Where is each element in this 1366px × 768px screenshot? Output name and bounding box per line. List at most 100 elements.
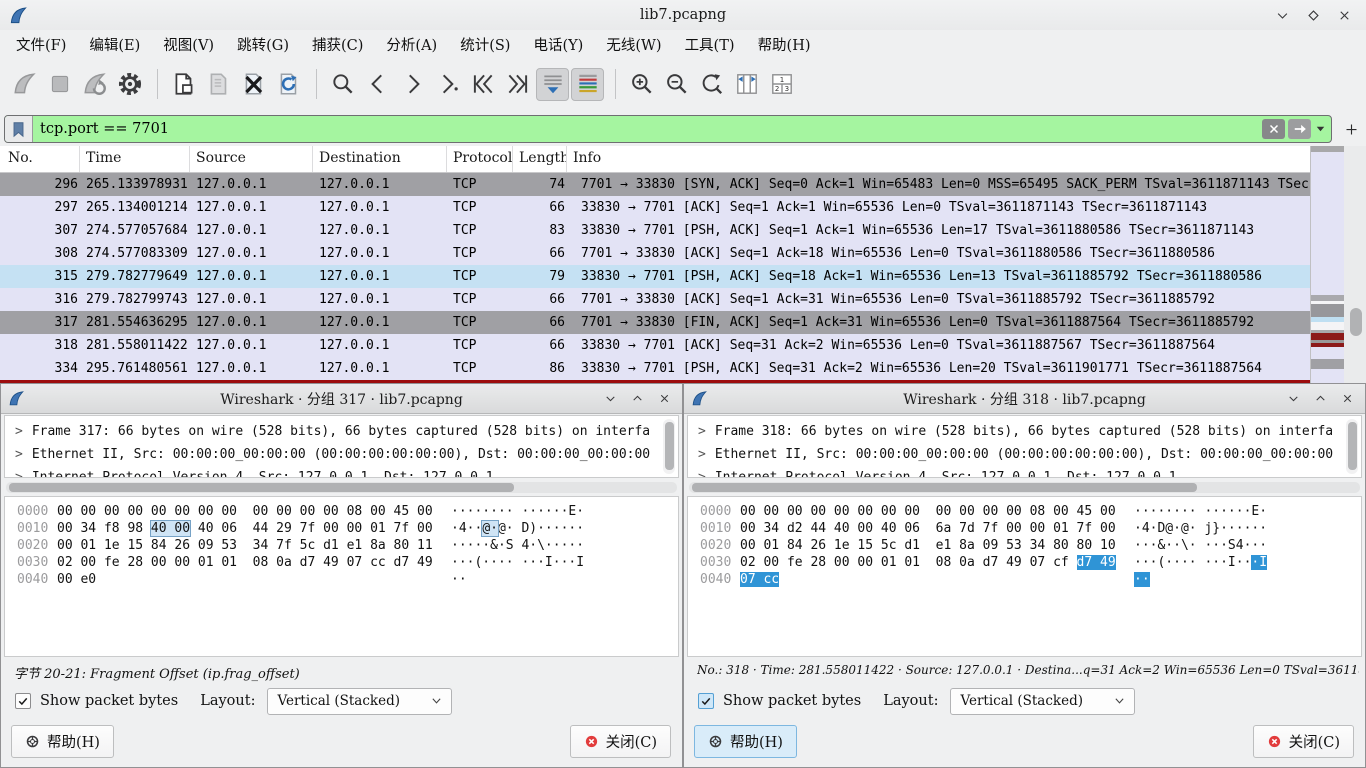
tree-row[interactable]: >Internet Protocol Version 4, Src: 127.0… (5, 466, 678, 478)
close-window-button[interactable] (1337, 8, 1352, 23)
hex-line[interactable]: 0010 00 34 f8 98 40 00 40 06 44 29 7f 00… (5, 520, 678, 537)
close-file-icon[interactable] (237, 68, 270, 101)
menu-item[interactable]: 视图(V) (158, 32, 219, 57)
scrollbar-handle[interactable] (665, 422, 674, 470)
expand-chevron-icon[interactable]: > (15, 424, 23, 439)
packet-row[interactable]: 307 274.577057684 127.0.0.1 127.0.0.1 TC… (0, 219, 1310, 242)
packet-row[interactable]: 297 265.134001214 127.0.0.1 127.0.0.1 TC… (0, 196, 1310, 219)
expand-chevron-icon[interactable]: > (698, 470, 706, 478)
go-forward-icon[interactable] (396, 68, 429, 101)
filter-dropdown-caret-icon[interactable] (1312, 126, 1328, 132)
close-button[interactable]: 关闭(C) (570, 725, 671, 758)
packet-row[interactable]: 316 279.782799743 127.0.0.1 127.0.0.1 TC… (0, 288, 1310, 311)
maximize-button[interactable] (1314, 392, 1327, 405)
hex-line[interactable]: 0010 00 34 d2 44 40 00 40 06 6a 7d 7f 00… (688, 520, 1361, 537)
hex-line[interactable]: 0040 00 e0 ·· (5, 571, 678, 588)
scrollbar-handle[interactable] (1348, 422, 1357, 470)
minimize-button[interactable] (1275, 8, 1290, 23)
menu-item[interactable]: 帮助(H) (753, 32, 816, 57)
scrollbar-handle[interactable] (9, 483, 514, 492)
save-file-icon[interactable] (202, 68, 235, 101)
tree-row[interactable]: >Ethernet II, Src: 00:00:00_00:00:00 (00… (5, 443, 678, 466)
close-window-button[interactable] (1341, 392, 1354, 405)
column-header[interactable]: Info (567, 146, 1310, 172)
filter-clear-icon[interactable] (1262, 119, 1285, 139)
menu-item[interactable]: 跳转(G) (232, 32, 294, 57)
column-header[interactable]: Protocol (447, 146, 513, 172)
go-back-icon[interactable] (361, 68, 394, 101)
hex-line[interactable]: 0000 00 00 00 00 00 00 00 00 00 00 00 00… (688, 503, 1361, 520)
expand-chevron-icon[interactable]: > (698, 424, 706, 439)
packet-row[interactable]: 317 281.554636295 127.0.0.1 127.0.0.1 TC… (0, 311, 1310, 334)
close-button[interactable]: 关闭(C) (1253, 725, 1354, 758)
menu-item[interactable]: 统计(S) (455, 32, 515, 57)
layout-select[interactable]: Vertical (Stacked) (267, 688, 452, 715)
reload-file-icon[interactable] (272, 68, 305, 101)
tree-vertical-scrollbar[interactable] (663, 419, 675, 474)
resize-columns-icon[interactable] (730, 68, 763, 101)
column-header[interactable]: No. (0, 146, 80, 172)
menu-item[interactable]: 编辑(E) (84, 32, 145, 57)
packet-detail-tree[interactable]: >Frame 317: 66 bytes on wire (528 bits),… (4, 415, 679, 478)
go-first-icon[interactable] (466, 68, 499, 101)
hex-line[interactable]: 0020 00 01 1e 15 84 26 09 53 34 7f 5c d1… (5, 537, 678, 554)
intelligent-scrollbar-minimap[interactable] (1310, 146, 1344, 383)
stop-capture-icon[interactable] (43, 68, 76, 101)
packet-row[interactable]: 296 265.133978931 127.0.0.1 127.0.0.1 TC… (0, 173, 1310, 196)
help-button[interactable]: 帮助(H) (694, 725, 797, 758)
tree-horizontal-scrollbar[interactable] (689, 482, 1360, 493)
scrollbar-handle[interactable] (692, 483, 1197, 492)
maximize-button[interactable] (631, 392, 644, 405)
hex-line[interactable]: 0000 00 00 00 00 00 00 00 00 00 00 00 00… (5, 503, 678, 520)
tree-vertical-scrollbar[interactable] (1346, 419, 1358, 474)
packet-detail-tree[interactable]: >Frame 318: 66 bytes on wire (528 bits),… (687, 415, 1362, 478)
main-titlebar[interactable]: lib7.pcapng (0, 0, 1366, 30)
zoom-reset-icon[interactable] (695, 68, 728, 101)
tree-horizontal-scrollbar[interactable] (6, 482, 677, 493)
hex-line[interactable]: 0040 07 cc ·· (688, 571, 1361, 588)
show-packet-bytes-checkbox[interactable] (15, 693, 31, 709)
minimize-button[interactable] (1287, 392, 1300, 405)
filter-text[interactable]: tcp.port == 7701 (33, 121, 1262, 137)
packet-list-scrollbar[interactable] (1344, 146, 1366, 383)
minimize-button[interactable] (604, 392, 617, 405)
start-capture-icon[interactable] (8, 68, 41, 101)
layout-select[interactable]: Vertical (Stacked) (950, 688, 1135, 715)
filter-bookmark-icon[interactable] (5, 116, 33, 142)
packet-row[interactable]: 318 281.558011422 127.0.0.1 127.0.0.1 TC… (0, 334, 1310, 357)
packet-row[interactable]: 308 274.577083309 127.0.0.1 127.0.0.1 TC… (0, 242, 1310, 265)
dialog-titlebar[interactable]: Wireshark · 分组 318 · lib7.pcapng (684, 384, 1365, 414)
menu-item[interactable]: 捕获(C) (307, 32, 368, 57)
hex-line[interactable]: 0030 02 00 fe 28 00 00 01 01 08 0a d7 49… (5, 554, 678, 571)
menu-item[interactable]: 电话(Y) (528, 32, 588, 57)
close-window-button[interactable] (658, 392, 671, 405)
column-header[interactable]: Length (513, 146, 567, 172)
packet-bytes-pane[interactable]: 0000 00 00 00 00 00 00 00 00 00 00 00 00… (4, 496, 679, 657)
column-display-icon[interactable]: 123 (765, 68, 798, 101)
open-file-icon[interactable] (167, 68, 200, 101)
show-packet-bytes-checkbox[interactable] (698, 693, 714, 709)
packet-row[interactable]: 315 279.782779649 127.0.0.1 127.0.0.1 TC… (0, 265, 1310, 288)
dialog-titlebar[interactable]: Wireshark · 分组 317 · lib7.pcapng (1, 384, 682, 414)
help-button[interactable]: 帮助(H) (11, 725, 114, 758)
column-header[interactable]: Destination (313, 146, 447, 172)
tree-row[interactable]: >Ethernet II, Src: 00:00:00_00:00:00 (00… (688, 443, 1361, 466)
find-packet-icon[interactable] (326, 68, 359, 101)
packet-bytes-pane[interactable]: 0000 00 00 00 00 00 00 00 00 00 00 00 00… (687, 496, 1362, 657)
maximize-button[interactable] (1306, 8, 1321, 23)
filter-apply-icon[interactable] (1288, 119, 1311, 139)
menu-item[interactable]: 工具(T) (680, 32, 740, 57)
column-header[interactable]: Time (80, 146, 190, 172)
expand-chevron-icon[interactable]: > (15, 447, 23, 462)
go-last-icon[interactable] (501, 68, 534, 101)
zoom-out-icon[interactable] (660, 68, 693, 101)
tree-row[interactable]: >Internet Protocol Version 4, Src: 127.0… (688, 466, 1361, 478)
expand-chevron-icon[interactable]: > (698, 447, 706, 462)
hex-line[interactable]: 0030 02 00 fe 28 00 00 01 01 08 0a d7 49… (688, 554, 1361, 571)
menu-item[interactable]: 文件(F) (11, 32, 71, 57)
go-to-packet-icon[interactable] (431, 68, 464, 101)
capture-options-icon[interactable] (113, 68, 146, 101)
restart-capture-icon[interactable] (78, 68, 111, 101)
zoom-in-icon[interactable] (625, 68, 658, 101)
expand-chevron-icon[interactable]: > (15, 470, 23, 478)
